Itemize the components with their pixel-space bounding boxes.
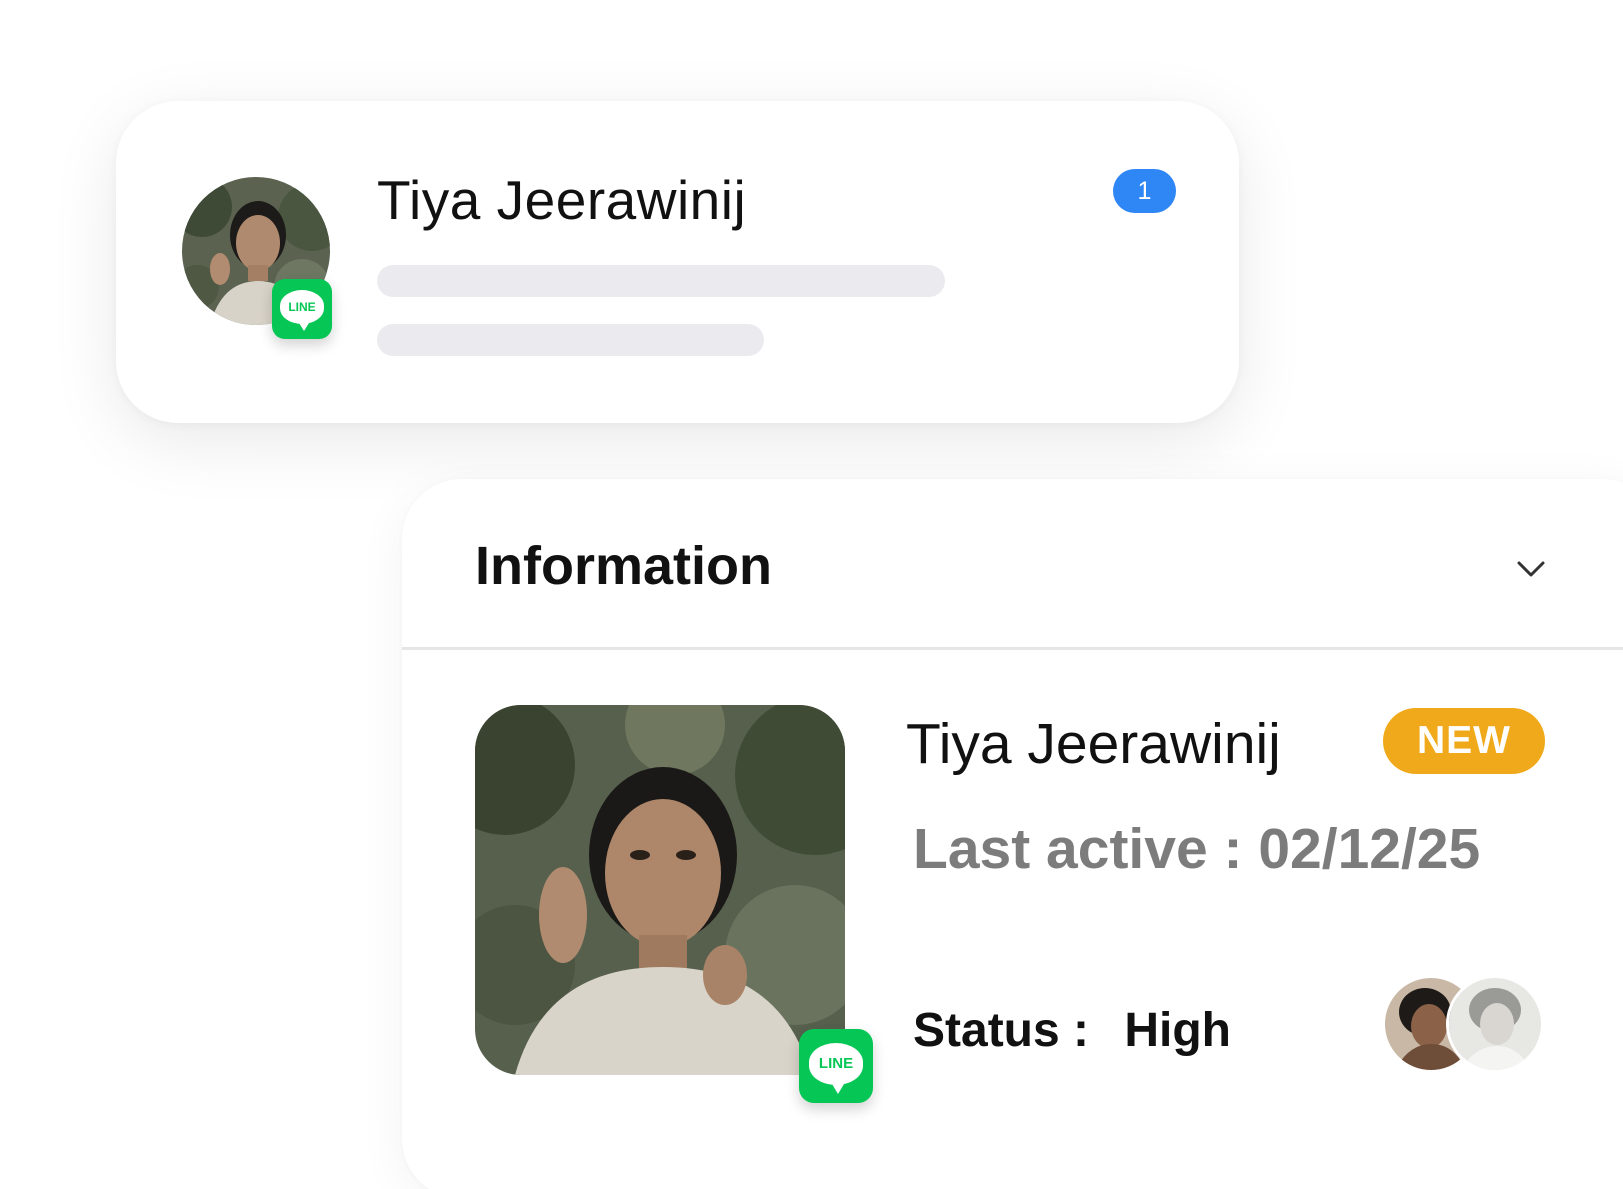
chevron-down-icon[interactable] [1514,552,1548,586]
line-icon-label: LINE [280,290,324,331]
conversation-card[interactable]: LINE Tiya Jeerawinij 1 [116,101,1239,423]
message-preview-placeholder [377,265,945,297]
last-active-label: Last active : [913,817,1243,881]
status: Status : High [913,1003,1231,1058]
panel-title: Information [475,536,772,596]
status-value: High [1124,1004,1231,1057]
message-preview-placeholder [377,324,764,356]
new-tag-badge: NEW [1383,708,1545,774]
last-active-value: 02/12/25 [1258,817,1481,881]
profile-name: Tiya Jeerawinij [906,712,1281,776]
line-icon-label: LINE [809,1042,863,1094]
agent-avatar[interactable] [1446,975,1544,1073]
line-channel-icon: LINE [799,1029,873,1103]
last-active: Last active : 02/12/25 [913,816,1480,882]
unread-count-badge: 1 [1113,169,1176,213]
information-panel: Information LINE Tiya Jeerawinij NEW Las… [402,479,1623,1189]
contact-name: Tiya Jeerawinij [377,169,747,231]
stage: LINE Tiya Jeerawinij 1 Information LINE … [0,0,1623,1189]
line-channel-icon: LINE [272,279,332,339]
assigned-agents[interactable] [1382,975,1552,1073]
profile-photo [475,705,845,1075]
status-label: Status : [913,1004,1090,1057]
divider [402,647,1623,650]
